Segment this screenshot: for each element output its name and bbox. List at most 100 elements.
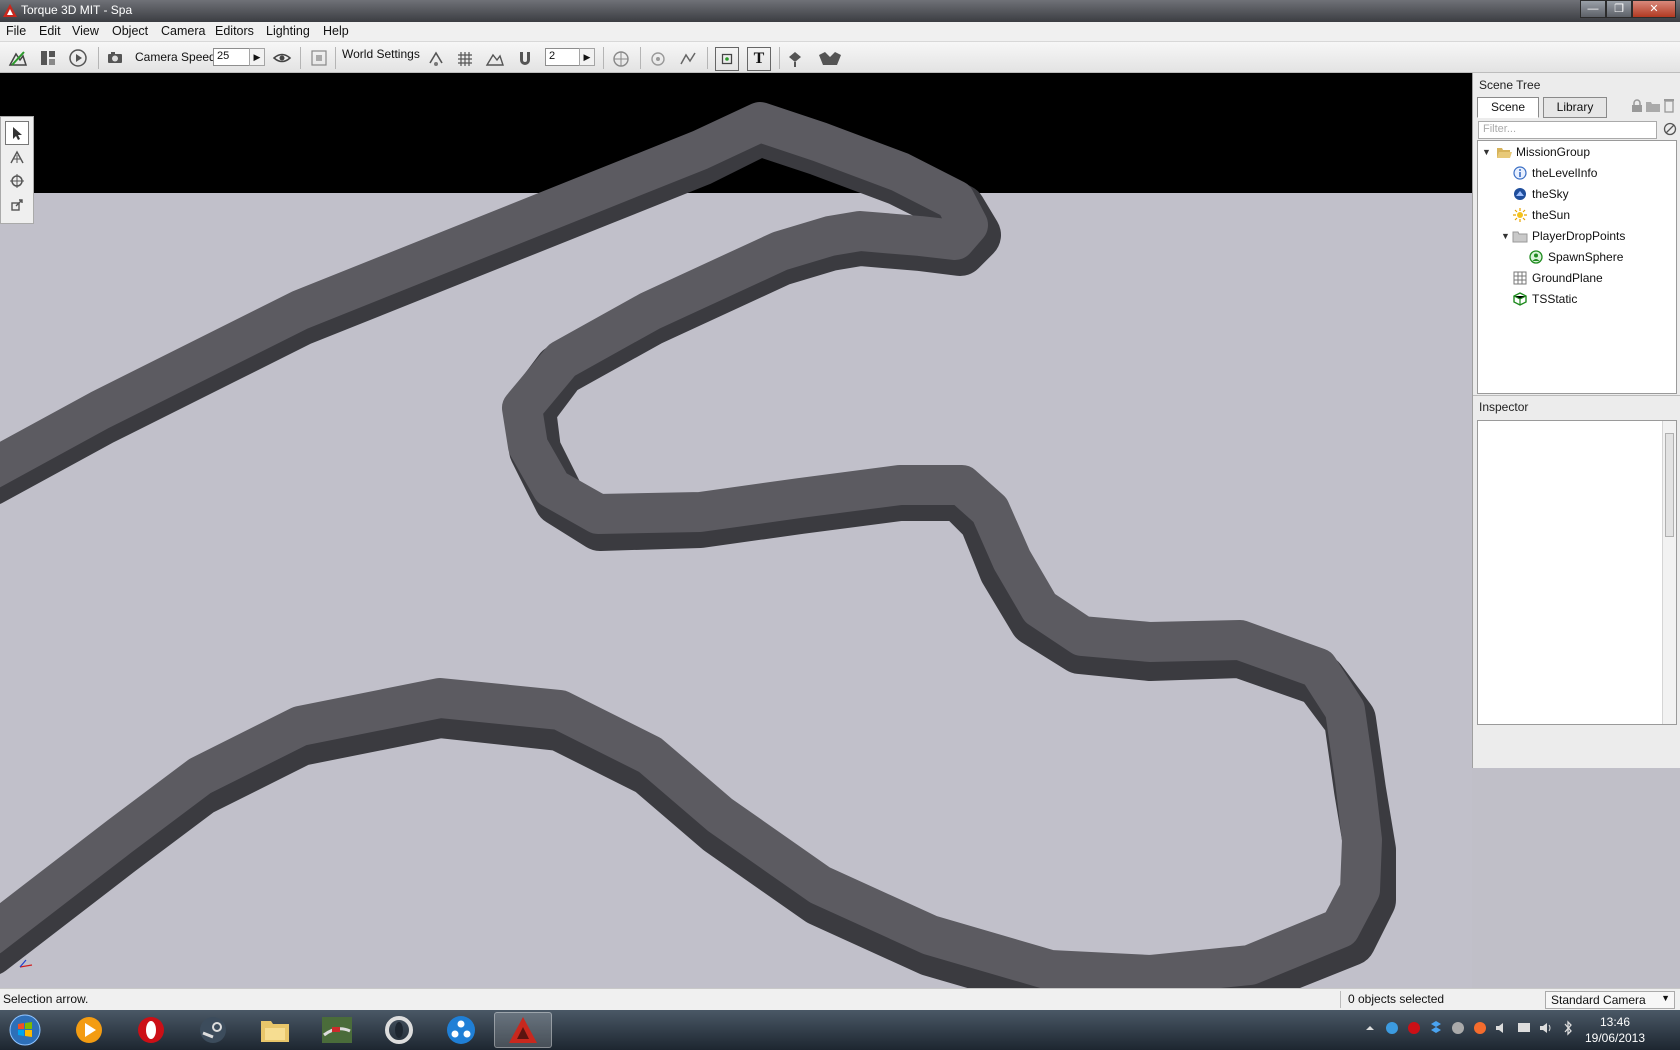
steam-tray-icon[interactable] (1450, 1020, 1466, 1036)
menu-help[interactable]: Help (323, 24, 349, 38)
status-bar: Selection arrow. 0 objects selected Stan… (0, 988, 1680, 1010)
sky-icon (1512, 186, 1528, 202)
dropbox-icon[interactable] (1428, 1020, 1444, 1036)
bluetooth-icon[interactable] (1560, 1020, 1576, 1036)
prefab-icon[interactable] (815, 47, 845, 71)
menu-file[interactable]: File (6, 24, 26, 38)
tree-node-tsstatic[interactable]: TSStatic (1512, 289, 1577, 309)
menu-edit[interactable]: Edit (39, 24, 61, 38)
tool-palette (0, 116, 34, 224)
inspector-scroll-thumb[interactable] (1665, 433, 1674, 537)
torque-logo-icon (3, 4, 17, 17)
object-pivot-icon[interactable] (609, 47, 633, 71)
start-orb-icon[interactable] (2, 1012, 48, 1048)
expand-missiongroup-icon[interactable]: ▼ (1482, 147, 1491, 157)
tree-node-thesun[interactable]: theSun (1512, 205, 1570, 225)
minimize-button[interactable]: — (1580, 0, 1606, 18)
tree-node-missiongroup[interactable]: MissionGroup (1496, 142, 1590, 162)
scene-tree: ▼ MissionGroup theLevelInfo theSky theSu… (1477, 140, 1677, 394)
tree-node-thesky[interactable]: theSky (1512, 184, 1569, 204)
new-folder-icon[interactable] (1645, 99, 1661, 116)
transform-center-icon[interactable] (646, 47, 670, 71)
close-button[interactable]: ✕ (1632, 0, 1676, 18)
clock-time: 13:46 (1599, 1015, 1631, 1029)
opera-next-icon[interactable] (370, 1012, 428, 1048)
media-player-icon[interactable] (60, 1012, 118, 1048)
delete-icon[interactable] (1663, 97, 1675, 116)
opera-icon[interactable] (122, 1012, 180, 1048)
play-game-icon[interactable] (66, 46, 90, 70)
visibility-eye-icon[interactable] (270, 46, 294, 70)
file-explorer-icon[interactable] (246, 1012, 304, 1048)
origin-icon[interactable] (1472, 1020, 1488, 1036)
static-mesh-icon (1512, 291, 1528, 307)
lock-icon[interactable] (1631, 99, 1643, 116)
menu-editors[interactable]: Editors (215, 24, 254, 38)
community-app-icon[interactable] (432, 1012, 490, 1048)
clock-date: 19/06/2013 (1584, 1031, 1646, 1045)
rotate-tool-icon[interactable] (5, 169, 29, 193)
snap-size-input[interactable]: 2 (545, 48, 580, 66)
scale-tool-icon[interactable] (5, 193, 29, 217)
race-track-render (0, 102, 1396, 988)
text-label-icon[interactable]: T (747, 47, 771, 71)
scene-tree-title: Scene Tree (1479, 78, 1541, 92)
grid-snap-icon[interactable] (453, 47, 477, 71)
drop-object-icon[interactable] (783, 47, 807, 71)
window-titlebar: Torque 3D MIT - Spa — ❐ ✕ (0, 0, 1680, 22)
camera-mode-select[interactable]: Standard Camera ▼ (1545, 991, 1675, 1009)
bounds-center-icon[interactable] (676, 47, 700, 71)
camera-frame-icon[interactable] (307, 46, 331, 70)
3d-viewport[interactable] (0, 73, 1472, 988)
menu-object[interactable]: Object (112, 24, 148, 38)
steam-icon[interactable] (184, 1012, 242, 1048)
expand-playerdroppoints-icon[interactable]: ▼ (1501, 231, 1510, 241)
volume-icon[interactable] (1494, 1020, 1510, 1036)
tree-node-playerdroppoints[interactable]: PlayerDropPoints (1512, 226, 1625, 246)
show-hidden-icons-icon[interactable] (1362, 1020, 1378, 1036)
inspector-panel (1477, 420, 1677, 725)
camera-speed-label: Camera Speed (135, 50, 216, 64)
racing-game-icon[interactable] (308, 1012, 366, 1048)
camera-speed-arrow[interactable]: ▶ (249, 48, 265, 66)
terrain-snap-icon[interactable] (483, 47, 507, 71)
status-hint: Selection arrow. (3, 992, 89, 1006)
system-tray (1362, 1020, 1576, 1036)
menu-lighting[interactable]: Lighting (266, 24, 310, 38)
selection-count: 0 objects selected (1348, 992, 1445, 1006)
tree-node-spawnsphere[interactable]: SpawnSphere (1528, 247, 1623, 267)
selection-arrow-icon[interactable] (5, 121, 29, 145)
tree-node-groundplane[interactable]: GroundPlane (1512, 268, 1603, 288)
opera-tray-icon[interactable] (1406, 1020, 1422, 1036)
tab-scene[interactable]: Scene (1477, 97, 1539, 118)
folder-open-icon (1496, 144, 1512, 160)
camera-speed-input[interactable]: 25 (213, 48, 251, 66)
speaker-icon[interactable] (1538, 1020, 1554, 1036)
move-tool-icon[interactable] (5, 145, 29, 169)
chevron-down-icon: ▼ (1661, 993, 1670, 1003)
torque-3d-icon[interactable] (494, 1012, 552, 1048)
system-clock[interactable]: 13:46 19/06/2013 (1575, 1014, 1655, 1046)
tab-library[interactable]: Library (1543, 97, 1607, 118)
window-title: Torque 3D MIT - Spa (21, 3, 133, 17)
inspector-scrollbar[interactable] (1662, 421, 1676, 724)
network-globe-icon[interactable] (1384, 1020, 1400, 1036)
main-toolbar: Camera Speed 25 ▶ World Settings 2 ▶ T (0, 42, 1680, 73)
fit-selection-icon[interactable] (715, 47, 739, 71)
scene-filter-input[interactable]: Filter... (1478, 121, 1657, 139)
snap-size-arrow[interactable]: ▶ (579, 48, 595, 66)
action-center-icon[interactable] (1516, 1020, 1532, 1036)
camera-icon[interactable] (104, 46, 128, 70)
world-settings-label[interactable]: World Settings (342, 47, 420, 61)
tree-node-thelevelinfo[interactable]: theLevelInfo (1512, 163, 1597, 183)
world-editor-icon[interactable] (6, 46, 30, 70)
spawn-sphere-icon (1528, 249, 1544, 265)
menu-view[interactable]: View (72, 24, 99, 38)
gui-editor-icon[interactable] (36, 46, 60, 70)
magnet-snap-icon[interactable] (513, 47, 537, 71)
clear-filter-icon[interactable] (1663, 122, 1677, 139)
maximize-button[interactable]: ❐ (1606, 0, 1632, 18)
menu-bar: File Edit View Object Camera Editors Lig… (0, 22, 1680, 42)
menu-camera[interactable]: Camera (161, 24, 205, 38)
snap-rotate-icon[interactable] (424, 47, 448, 71)
